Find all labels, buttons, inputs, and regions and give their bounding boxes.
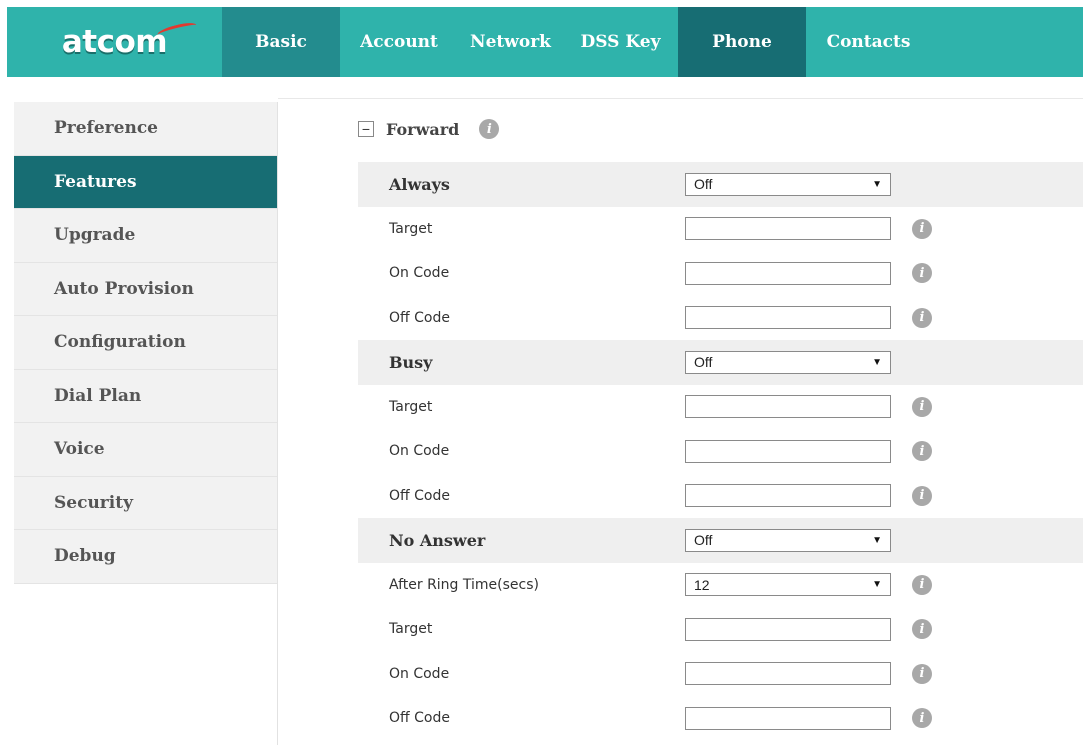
no-answer-select-value: Off xyxy=(694,532,713,549)
forward-section-header: − Forward i xyxy=(358,116,500,142)
sidebar-item-dial-plan[interactable]: Dial Plan xyxy=(14,369,277,423)
always-on-code-input[interactable] xyxy=(685,261,891,285)
atcom-logo[interactable]: atcom xyxy=(7,7,222,77)
nav-account[interactable]: Account xyxy=(340,7,458,77)
nav-contacts[interactable]: Contacts xyxy=(806,7,931,77)
always-target-row: Target i xyxy=(358,207,1083,252)
chevron-down-icon: ▼ xyxy=(872,356,882,368)
ring-time-select[interactable]: 12 ▼ xyxy=(685,573,891,597)
busy-off-code-input[interactable] xyxy=(685,484,891,508)
busy-select[interactable]: Off ▼ xyxy=(685,350,891,374)
sidebar-item-upgrade[interactable]: Upgrade xyxy=(14,209,277,263)
nav-phone[interactable]: Phone xyxy=(678,7,806,77)
ring-time-row: After Ring Time(secs) 12 ▼ i xyxy=(358,563,1083,608)
section-title: Forward xyxy=(386,119,460,139)
logo-text: atcom xyxy=(61,24,168,60)
always-select[interactable]: Off ▼ xyxy=(685,172,891,196)
info-icon[interactable]: i xyxy=(912,663,932,684)
ring-time-label: After Ring Time(secs) xyxy=(389,576,539,593)
no-answer-on-code-label: On Code xyxy=(389,665,450,682)
always-target-label: Target xyxy=(389,220,433,237)
nav-basic[interactable]: Basic xyxy=(222,7,340,77)
busy-off-code-row: Off Code i xyxy=(358,474,1083,519)
no-answer-off-code-row: Off Code i xyxy=(358,696,1083,741)
content-divider xyxy=(278,98,1083,99)
forward-form: Always Off ▼ Target i On Code i Off Code… xyxy=(358,162,1083,741)
no-answer-target-input[interactable] xyxy=(685,617,891,641)
always-off-code-input[interactable] xyxy=(685,306,891,330)
top-navigation: atcom Basic Account Network DSS Key Phon… xyxy=(7,7,1083,77)
chevron-down-icon: ▼ xyxy=(872,534,882,546)
info-icon[interactable]: i xyxy=(912,708,932,729)
info-icon[interactable]: i xyxy=(479,119,500,139)
info-icon[interactable]: i xyxy=(912,307,932,328)
no-answer-target-label: Target xyxy=(389,621,433,638)
info-icon[interactable]: i xyxy=(912,485,932,506)
no-answer-on-code-input[interactable] xyxy=(685,662,891,686)
info-icon[interactable]: i xyxy=(912,218,932,239)
busy-on-code-row: On Code i xyxy=(358,429,1083,474)
minus-icon[interactable]: − xyxy=(358,121,374,137)
sidebar-item-security[interactable]: Security xyxy=(14,476,277,530)
busy-target-input[interactable] xyxy=(685,395,891,419)
busy-off-code-label: Off Code xyxy=(389,487,450,504)
no-answer-row: No Answer Off ▼ xyxy=(358,518,1083,563)
always-on-code-label: On Code xyxy=(389,265,450,282)
always-label: Always xyxy=(389,174,450,194)
always-off-code-row: Off Code i xyxy=(358,296,1083,341)
sidebar-item-auto-provision[interactable]: Auto Provision xyxy=(14,262,277,316)
busy-on-code-label: On Code xyxy=(389,443,450,460)
always-on-code-row: On Code i xyxy=(358,251,1083,296)
nav-network[interactable]: Network xyxy=(458,7,563,77)
info-icon[interactable]: i xyxy=(912,263,932,284)
busy-target-row: Target i xyxy=(358,385,1083,430)
chevron-down-icon: ▼ xyxy=(872,178,882,190)
no-answer-select[interactable]: Off ▼ xyxy=(685,528,891,552)
no-answer-target-row: Target i xyxy=(358,607,1083,652)
ring-time-select-value: 12 xyxy=(694,576,710,593)
info-icon[interactable]: i xyxy=(912,396,932,417)
sidebar-item-voice[interactable]: Voice xyxy=(14,423,277,477)
sidebar: Preference Features Upgrade Auto Provisi… xyxy=(14,102,278,745)
info-icon[interactable]: i xyxy=(912,619,932,640)
nav-dss-key[interactable]: DSS Key xyxy=(563,7,678,77)
info-icon[interactable]: i xyxy=(912,441,932,462)
sidebar-item-debug[interactable]: Debug xyxy=(14,530,277,584)
no-answer-off-code-label: Off Code xyxy=(389,710,450,727)
sidebar-item-configuration[interactable]: Configuration xyxy=(14,316,277,370)
busy-label: Busy xyxy=(389,352,433,372)
chevron-down-icon: ▼ xyxy=(872,579,882,591)
busy-target-label: Target xyxy=(389,398,433,415)
no-answer-on-code-row: On Code i xyxy=(358,652,1083,697)
always-off-code-label: Off Code xyxy=(389,309,450,326)
sidebar-item-preference[interactable]: Preference xyxy=(14,102,277,156)
no-answer-off-code-input[interactable] xyxy=(685,706,891,730)
busy-row: Busy Off ▼ xyxy=(358,340,1083,385)
busy-on-code-input[interactable] xyxy=(685,439,891,463)
no-answer-label: No Answer xyxy=(389,530,486,550)
always-target-input[interactable] xyxy=(685,217,891,241)
always-select-value: Off xyxy=(694,176,713,193)
info-icon[interactable]: i xyxy=(912,574,932,595)
busy-select-value: Off xyxy=(694,354,713,371)
sidebar-item-features[interactable]: Features xyxy=(14,155,277,209)
always-row: Always Off ▼ xyxy=(358,162,1083,207)
